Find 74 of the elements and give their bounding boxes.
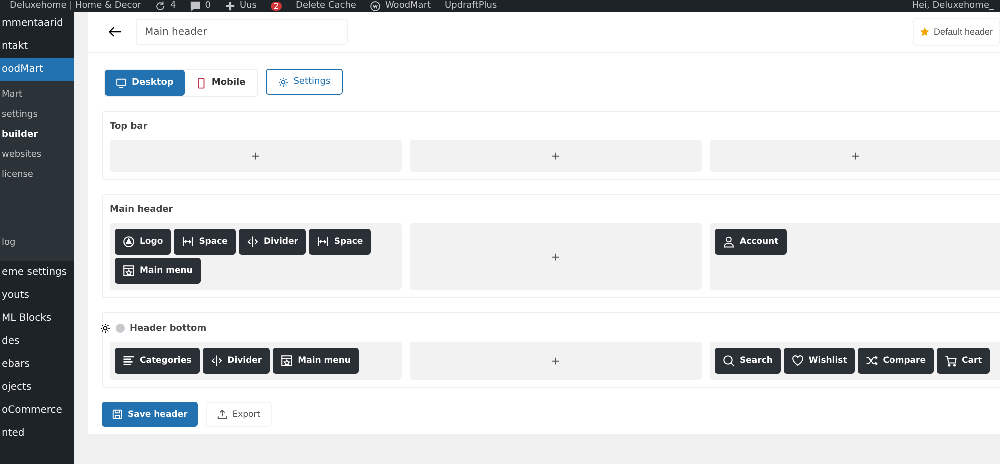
phone-icon: [196, 78, 207, 88]
element-chip[interactable]: Account: [715, 229, 787, 255]
element-chip[interactable]: Divider: [202, 348, 270, 374]
admin-bar-link[interactable]: Delete Cache: [296, 2, 356, 10]
add-element-button[interactable]: +: [248, 149, 264, 163]
element-chip[interactable]: Search: [715, 348, 781, 374]
search-icon: [723, 355, 735, 367]
element-chip[interactable]: Main menu: [273, 348, 359, 374]
divider-icon: [210, 355, 223, 367]
admin-bar-link[interactable]: 0: [205, 2, 211, 10]
settings-button[interactable]: Settings: [266, 69, 343, 95]
menu-item[interactable]: ebars: [0, 353, 74, 376]
menu-item[interactable]: ojects: [0, 376, 74, 399]
menu-item[interactable]: eme settings: [0, 261, 74, 284]
woodmart-logo-icon: [370, 0, 382, 12]
heart-icon: [792, 355, 804, 367]
add-element-button[interactable]: +: [548, 250, 564, 264]
element-chip[interactable]: Space: [309, 229, 372, 255]
admin-bar-link[interactable]: WoodMart: [385, 2, 432, 10]
add-element-button[interactable]: +: [548, 149, 564, 163]
greeting-link[interactable]: Hei, Deluxehome_: [912, 2, 1000, 10]
element-chip[interactable]: Logo: [115, 229, 172, 255]
space-icon: [182, 236, 194, 248]
device-tab[interactable]: Desktop: [105, 70, 185, 96]
status-dot: [116, 324, 125, 333]
element-chip[interactable]: Main menu: [115, 258, 201, 284]
row-title: Main header: [110, 205, 174, 215]
refresh-icon: [155, 0, 166, 12]
comment-icon: [190, 0, 202, 12]
save-header-button[interactable]: Save header: [102, 402, 198, 427]
menu-item[interactable]: ML Blocks: [0, 307, 74, 330]
default-header-button[interactable]: Default header: [912, 18, 1000, 46]
monitor-icon: [116, 78, 127, 88]
element-chip[interactable]: Divider: [238, 229, 306, 255]
settings-icon: [100, 323, 111, 334]
upload-icon: [216, 409, 228, 420]
header-name-field[interactable]: Main header: [136, 19, 348, 45]
save-icon: [112, 409, 123, 420]
add-element-button[interactable]: +: [548, 354, 564, 368]
element-chip[interactable]: Space: [174, 229, 236, 255]
admin-bar-link[interactable]: Uus: [240, 2, 257, 10]
cart-icon: [944, 355, 957, 367]
menu-item[interactable]: ntakt: [0, 35, 74, 58]
star-icon: [920, 27, 930, 37]
menu-window-icon: [123, 265, 135, 277]
list-icon: [123, 355, 135, 367]
menu-window-icon: [281, 355, 294, 367]
menu-item[interactable]: mmentaarid: [0, 12, 74, 35]
plus-icon: [224, 0, 236, 12]
logo-icon: [123, 236, 135, 248]
row-title: Header bottom: [130, 324, 207, 334]
export-button[interactable]: Export: [206, 402, 272, 427]
admin-bar-link[interactable]: Deluxehome | Home & Decor: [10, 2, 142, 10]
space-icon: [317, 236, 330, 248]
admin-bar-link[interactable]: 4: [170, 2, 176, 10]
settings-icon: [278, 76, 289, 88]
divider-icon: [246, 236, 259, 248]
shuffle-icon: [866, 355, 878, 367]
add-element-button[interactable]: +: [848, 149, 864, 163]
admin-bar-link[interactable]: UpdraftPlus: [445, 2, 498, 10]
menu-item[interactable]: log: [0, 233, 74, 253]
menu-item[interactable]: nted: [0, 422, 74, 445]
element-chip[interactable]: Cart: [936, 348, 990, 374]
element-chip[interactable]: Categories: [115, 348, 200, 374]
back-arrow-icon: [106, 25, 124, 39]
menu-item[interactable]: oodMart: [0, 58, 74, 81]
menu-item[interactable]: oCommerce: [0, 399, 74, 422]
element-chip[interactable]: Wishlist: [784, 348, 856, 374]
user-icon: [723, 236, 735, 248]
row-title: Top bar: [110, 122, 148, 132]
menu-item[interactable]: des: [0, 330, 74, 353]
menu-item[interactable]: youts: [0, 284, 74, 307]
notification-badge: 2: [270, 2, 282, 10]
element-chip[interactable]: Compare: [858, 348, 934, 374]
